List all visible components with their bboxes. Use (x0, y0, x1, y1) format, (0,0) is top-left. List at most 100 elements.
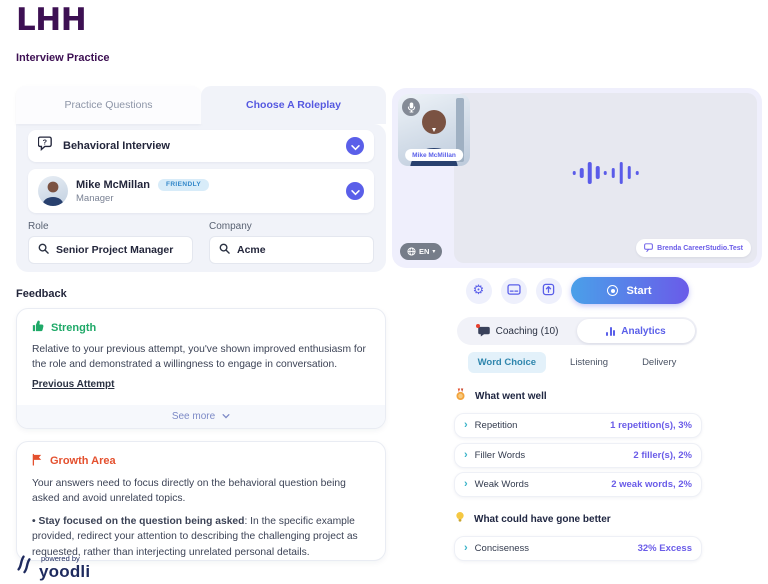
bar-chart-icon (606, 327, 615, 336)
captions-icon (507, 283, 521, 298)
participant-video-thumbnail: Mike McMillan (398, 94, 470, 166)
metric-row-filler-words[interactable]: › Filler Words 2 filler(s), 2% (454, 443, 702, 468)
session-controls: ⚙ Start (392, 277, 762, 304)
chevron-right-icon: › (464, 479, 468, 490)
role-input[interactable]: Senior Project Manager (28, 236, 193, 264)
tab-coaching[interactable]: Coaching (10) (459, 319, 577, 343)
company-label: Company (209, 221, 374, 232)
persona-mood-badge: FRIENDLY (158, 179, 209, 191)
coaching-tab-label: Coaching (10) (496, 326, 559, 337)
chat-question-icon: ? (38, 136, 55, 156)
chevron-right-icon: › (464, 450, 468, 461)
lightbulb-icon (455, 511, 465, 527)
interview-practice-app: LHH Interview Practice Practice Question… (0, 0, 768, 584)
persona-selector[interactable]: Mike McMillan FRIENDLY Manager (28, 169, 374, 213)
start-label: Start (626, 285, 651, 297)
medal-icon (455, 388, 466, 404)
interview-type-selector[interactable]: ? Behavioral Interview (28, 130, 374, 162)
settings-button[interactable]: ⚙ (466, 278, 492, 304)
avatar (38, 176, 68, 206)
previous-attempt-link[interactable]: Previous Attempt (32, 379, 114, 390)
role-company-fields: Role Senior Project Manager Company Acme (28, 221, 374, 264)
svg-text:?: ? (43, 138, 47, 147)
analytics-results: What went well › Repetition 1 repetition… (454, 388, 702, 561)
video-panel: Brenda CareerStudio.Test Mike McMillan E… (392, 88, 762, 268)
left-tab-bar: Practice Questions Choose A Roleplay (16, 86, 386, 124)
waveform-icon (572, 162, 639, 184)
strength-title: Strength (51, 322, 96, 334)
page-title: Interview Practice (16, 52, 110, 64)
metric-row-repetition[interactable]: › Repetition 1 repetition(s), 3% (454, 413, 702, 438)
setup-column: Practice Questions Choose A Roleplay ? B… (16, 86, 386, 561)
gear-icon: ⚙ (473, 284, 485, 297)
metric-row-conciseness[interactable]: › Conciseness 32% Excess (454, 536, 702, 561)
chat-bubble-icon (478, 326, 490, 337)
flag-icon (32, 453, 43, 469)
yoodli-logo-icon (14, 551, 34, 580)
voice-badge[interactable]: Brenda CareerStudio.Test (636, 239, 751, 257)
metric-value: 2 filler(s), 2% (633, 450, 692, 461)
powered-by-yoodli: powered by yoodli (14, 551, 90, 580)
metric-value: 1 repetition(s), 3% (610, 420, 692, 431)
strength-body: Relative to your previous attempt, you'v… (32, 342, 370, 373)
metric-value: 2 weak words, 2% (611, 479, 692, 490)
session-column: Brenda CareerStudio.Test Mike McMillan E… (392, 88, 762, 566)
metric-label: Weak Words (475, 479, 529, 490)
chevron-right-icon: › (464, 543, 468, 554)
chevron-down-icon: ▾ (432, 249, 435, 255)
subtab-word-choice[interactable]: Word Choice (468, 352, 546, 373)
tab-choose-a-roleplay[interactable]: Choose A Roleplay (201, 86, 386, 124)
growth-bullet-lead: • Stay focused on the question being ask… (32, 516, 244, 527)
tab-analytics[interactable]: Analytics (577, 319, 695, 343)
search-icon (38, 241, 49, 259)
language-label: EN (419, 247, 429, 256)
roleplay-config-panel: ? Behavioral Interview Mike McMillan FRI… (16, 124, 386, 272)
tab-practice-questions[interactable]: Practice Questions (16, 86, 201, 124)
company-field-group: Company Acme (209, 221, 374, 264)
yoodli-wordmark: yoodli (39, 563, 90, 580)
record-icon (607, 285, 618, 296)
metric-label: Repetition (475, 420, 518, 431)
analytics-subtabs: Word Choice Listening Delivery (392, 352, 762, 373)
globe-icon (407, 243, 416, 261)
chevron-down-icon (351, 184, 360, 199)
search-icon (219, 241, 230, 259)
metric-label: Filler Words (475, 450, 526, 461)
metric-value: 32% Excess (638, 543, 692, 554)
strength-card: Strength Relative to your previous attem… (16, 308, 386, 429)
growth-area-card: Growth Area Your answers need to focus d… (16, 441, 386, 561)
growth-area-body: Your answers need to focus directly on t… (32, 476, 370, 507)
start-button[interactable]: Start (571, 277, 689, 304)
chevron-down-icon (351, 139, 360, 154)
voice-badge-label: Brenda CareerStudio.Test (657, 245, 743, 252)
chevron-down-icon (222, 411, 230, 422)
company-value: Acme (237, 244, 266, 256)
interview-type-label: Behavioral Interview (63, 140, 170, 152)
mic-icon[interactable] (402, 98, 420, 116)
results-tab-bar: Coaching (10) Analytics (457, 317, 697, 345)
see-more-button[interactable]: See more (17, 405, 385, 428)
persona-job-title: Manager (76, 193, 209, 204)
gone-better-label: What could have gone better (474, 514, 611, 525)
language-selector[interactable]: EN ▾ (400, 243, 442, 260)
interview-type-expand-button[interactable] (346, 137, 364, 155)
growth-area-title: Growth Area (50, 455, 116, 467)
captions-button[interactable] (501, 278, 527, 304)
metric-row-weak-words[interactable]: › Weak Words 2 weak words, 2% (454, 472, 702, 497)
subtab-listening[interactable]: Listening (560, 352, 618, 373)
chevron-right-icon: › (464, 420, 468, 431)
audio-stage: Brenda CareerStudio.Test (454, 93, 757, 263)
persona-name: Mike McMillan (76, 179, 150, 191)
metric-label: Conciseness (475, 543, 529, 554)
share-button[interactable] (536, 278, 562, 304)
analytics-tab-label: Analytics (621, 326, 665, 337)
share-upload-icon (542, 283, 555, 299)
persona-info: Mike McMillan FRIENDLY Manager (76, 179, 209, 204)
caption-badge-icon (644, 243, 653, 254)
persona-expand-button[interactable] (346, 182, 364, 200)
see-more-label: See more (172, 411, 215, 422)
subtab-delivery[interactable]: Delivery (632, 352, 686, 373)
role-value: Senior Project Manager (56, 244, 173, 256)
company-input[interactable]: Acme (209, 236, 374, 264)
role-label: Role (28, 221, 193, 232)
